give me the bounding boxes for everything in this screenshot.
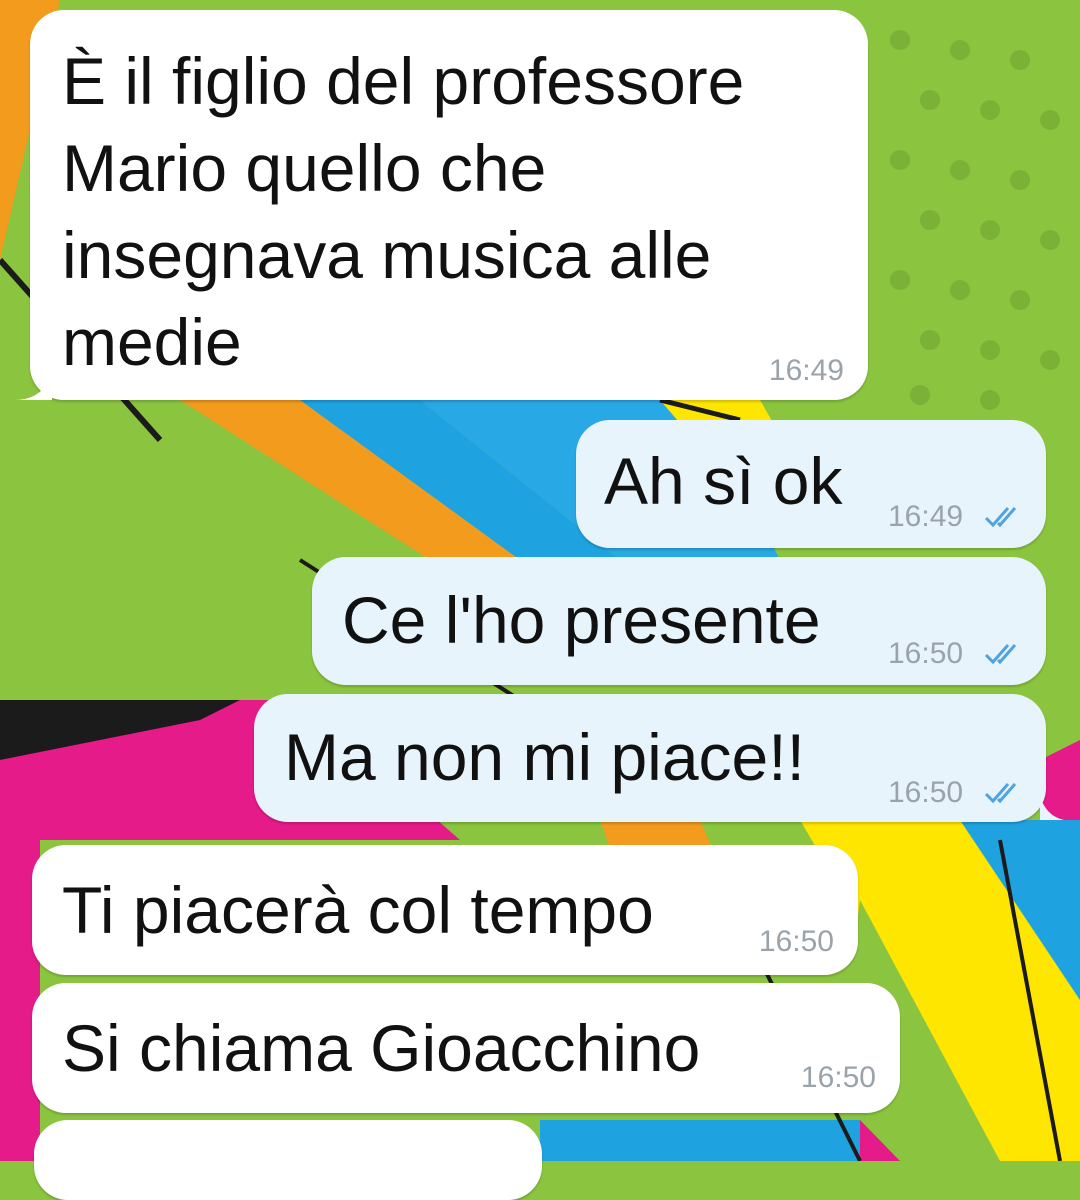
double-check-icon — [984, 644, 1017, 665]
message-text: Ce l'ho presente — [342, 583, 821, 657]
message-text: Si chiama Gioacchino — [62, 1011, 701, 1085]
message-timestamp: 16:49 — [768, 354, 844, 387]
message-text-line: medie — [62, 305, 242, 379]
message-timestamp: 16:50 — [758, 925, 834, 958]
message-text: Ma non mi piace!! — [284, 720, 805, 794]
double-check-icon — [984, 783, 1017, 804]
outgoing-message[interactable]: Ma non mi piace!! 16:50 — [254, 694, 1046, 822]
message-text-line: Mario quello che — [62, 131, 547, 205]
message-timestamp: 16:50 — [888, 776, 964, 809]
message-timestamp: 16:50 — [888, 637, 964, 670]
message-timestamp: 16:49 — [888, 500, 964, 533]
incoming-message[interactable]: Ti piacerà col tempo 16:50 — [32, 845, 858, 975]
bubble-tail-icon — [14, 372, 52, 400]
message-text: Ti piacerà col tempo — [62, 873, 654, 947]
incoming-message-partial[interactable] — [34, 1120, 542, 1200]
message-text-line: È il figlio del professore — [62, 44, 745, 118]
incoming-message[interactable]: È il figlio del professore Mario quello … — [30, 10, 868, 400]
outgoing-message[interactable]: Ah sì ok 16:49 — [576, 420, 1046, 548]
outgoing-message[interactable]: Ce l'ho presente 16:50 — [312, 557, 1046, 685]
message-timestamp: 16:50 — [800, 1061, 876, 1094]
message-text: Ah sì ok — [604, 444, 843, 518]
incoming-message[interactable]: Si chiama Gioacchino 16:50 — [32, 983, 900, 1113]
double-check-icon — [984, 507, 1017, 528]
message-text-line: insegnava musica alle — [62, 218, 712, 292]
bubble-tail-icon — [1040, 796, 1064, 820]
